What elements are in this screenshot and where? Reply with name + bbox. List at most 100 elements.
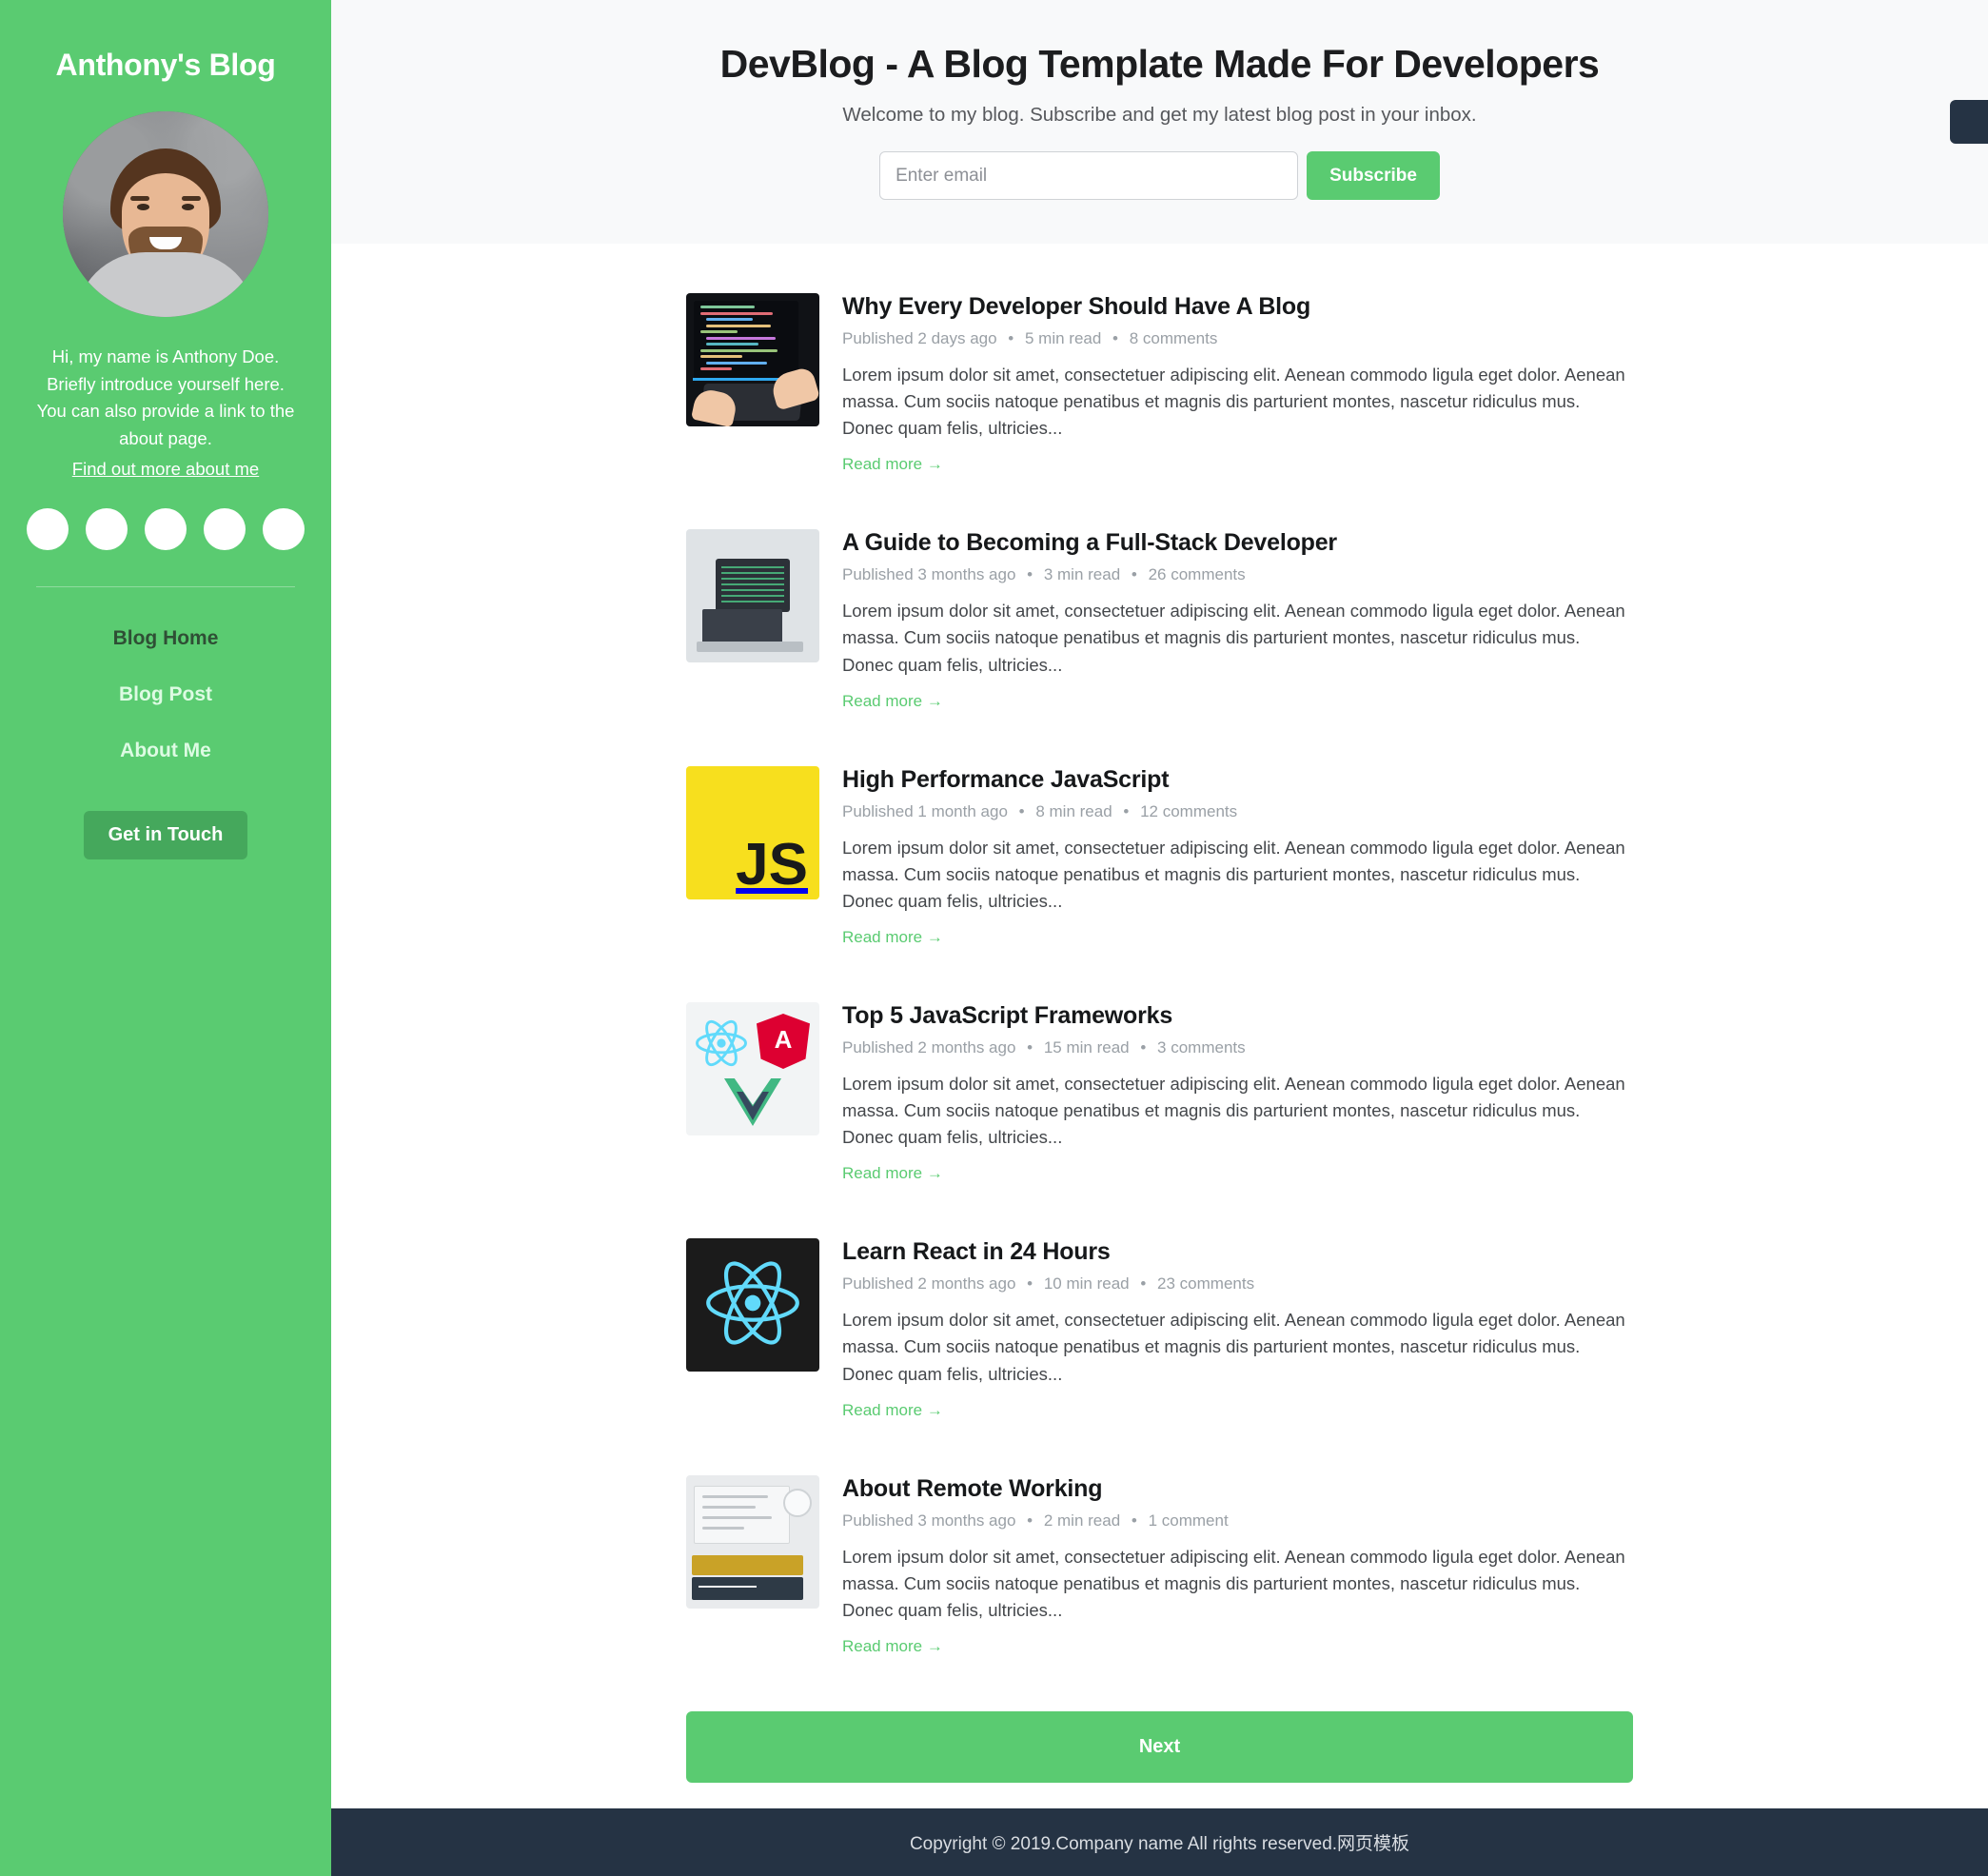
social-links: [27, 507, 305, 550]
cup: [782, 1488, 812, 1517]
sidebar: Anthony's Blog Hi, my name is Anthony Do…: [0, 0, 331, 1876]
post-title[interactable]: A Guide to Becoming a Full-Stack Develop…: [842, 529, 1633, 557]
post-published: Published 2 months ago: [842, 1037, 1016, 1056]
main-content: DevBlog - A Blog Template Made For Devel…: [331, 0, 1988, 1876]
post-comments: 3 comments: [1157, 1037, 1246, 1056]
post-body: High Performance JavaScript Published 1 …: [842, 766, 1633, 947]
code-screen: [694, 301, 798, 379]
read-more-link[interactable]: Read more →: [842, 455, 943, 473]
post-meta: Published 2 months ago • 15 min read • 3…: [842, 1038, 1633, 1057]
read-more-link[interactable]: Read more →: [842, 1401, 943, 1419]
post-title[interactable]: Top 5 JavaScript Frameworks: [842, 1002, 1633, 1030]
meta-separator: •: [1008, 329, 1014, 347]
post-excerpt: Lorem ipsum dolor sit amet, consectetuer…: [842, 837, 1625, 911]
post-title[interactable]: Learn React in 24 Hours: [842, 1238, 1633, 1266]
copyright-text: Copyright © 2019.Company name All rights…: [909, 1834, 1410, 1854]
meta-separator: •: [1018, 801, 1025, 820]
post-read-time: 2 min read: [1043, 1511, 1121, 1530]
post-thumbnail-laptop-code[interactable]: [686, 293, 819, 426]
subscribe-button[interactable]: Subscribe: [1307, 151, 1440, 200]
next-page-button[interactable]: Next: [686, 1710, 1633, 1783]
sidebar-nav: Blog Home Blog Post About Me: [27, 627, 305, 762]
post-meta: Published 3 months ago • 3 min read • 26…: [842, 565, 1633, 584]
post-body: Why Every Developer Should Have A Blog P…: [842, 293, 1633, 474]
page-title: DevBlog - A Blog Template Made For Devel…: [719, 42, 1600, 86]
meta-separator: •: [1131, 565, 1137, 584]
post-body: Learn React in 24 Hours Published 2 mont…: [842, 1238, 1633, 1419]
post-comments: 1 comment: [1148, 1511, 1229, 1530]
post-published: Published 2 days ago: [842, 329, 997, 347]
sidebar-item-about-me[interactable]: About Me: [27, 740, 305, 762]
social-icon-2[interactable]: [86, 507, 128, 550]
javascript-logo-text: JS: [736, 831, 808, 898]
book-dark: [691, 1577, 804, 1601]
email-input[interactable]: [879, 151, 1299, 200]
post-meta: Published 1 month ago • 8 min read • 12 …: [842, 802, 1633, 821]
read-more-link[interactable]: Read more →: [842, 1164, 943, 1182]
post-thumbnail-books-desk[interactable]: [686, 1474, 819, 1609]
post-thumbnail-desk-setup[interactable]: [686, 529, 819, 663]
post-item: Learn React in 24 Hours Published 2 mont…: [686, 1238, 1633, 1419]
post-list: Why Every Developer Should Have A Blog P…: [331, 244, 1988, 1808]
sidebar-divider: [36, 585, 295, 587]
footer: Copyright © 2019.Company name All rights…: [331, 1808, 1988, 1876]
post-title[interactable]: Why Every Developer Should Have A Blog: [842, 293, 1633, 321]
avatar-brow-right: [181, 195, 201, 201]
subscribe-form: Subscribe: [360, 151, 1959, 200]
sidebar-item-blog-home[interactable]: Blog Home: [27, 627, 305, 650]
read-more-link[interactable]: Read more →: [842, 692, 943, 710]
hero-subtitle: Welcome to my blog. Subscribe and get my…: [842, 104, 1477, 126]
post-thumbnail-react-logo[interactable]: [686, 1238, 819, 1372]
read-more-link[interactable]: Read more →: [842, 928, 943, 946]
post-excerpt: Lorem ipsum dolor sit amet, consectetuer…: [842, 365, 1625, 439]
post-item: JS High Performance JavaScript Published…: [686, 765, 1633, 947]
post-read-time: 5 min read: [1024, 329, 1102, 347]
post-title[interactable]: About Remote Working: [842, 1475, 1633, 1503]
post-thumbnail-frameworks[interactable]: [686, 1001, 819, 1135]
social-icon-1[interactable]: [27, 507, 69, 550]
about-link[interactable]: Find out more about me: [27, 459, 305, 480]
meta-separator: •: [1027, 1274, 1033, 1293]
post-thumbnail-javascript-logo[interactable]: JS: [686, 765, 819, 899]
react-icon: [703, 1254, 802, 1357]
meta-separator: •: [1027, 565, 1033, 584]
post-excerpt: Lorem ipsum dolor sit amet, consectetuer…: [842, 601, 1625, 675]
post-read-time: 15 min read: [1043, 1037, 1130, 1056]
post-read-time: 8 min read: [1035, 801, 1112, 820]
post-item: Why Every Developer Should Have A Blog P…: [686, 293, 1633, 474]
meta-separator: •: [1027, 1511, 1033, 1530]
avatar: [63, 111, 268, 317]
edge-tab-handle[interactable]: [1950, 100, 1988, 144]
get-in-touch-button[interactable]: Get in Touch: [83, 810, 248, 859]
sidebar-item-blog-post[interactable]: Blog Post: [27, 683, 305, 706]
laptop: [701, 609, 782, 644]
post-body: About Remote Working Published 3 months …: [842, 1475, 1633, 1656]
post-published: Published 2 months ago: [842, 1274, 1016, 1293]
meta-separator: •: [1140, 1037, 1147, 1056]
paper-sheet: [694, 1485, 791, 1545]
post-excerpt: Lorem ipsum dolor sit amet, consectetuer…: [842, 1310, 1625, 1384]
meta-separator: •: [1027, 1037, 1033, 1056]
post-excerpt: Lorem ipsum dolor sit amet, consectetuer…: [842, 1073, 1625, 1148]
post-published: Published 3 months ago: [842, 565, 1016, 584]
post-comments: 26 comments: [1148, 565, 1246, 584]
avatar-wrap: [27, 111, 305, 317]
read-more-link[interactable]: Read more →: [842, 1637, 943, 1655]
post-meta: Published 2 days ago • 5 min read • 8 co…: [842, 329, 1633, 348]
monitor: [715, 559, 791, 613]
post-comments: 12 comments: [1140, 801, 1238, 820]
social-icon-4[interactable]: [204, 507, 246, 550]
post-body: Top 5 JavaScript Frameworks Published 2 …: [842, 1002, 1633, 1183]
post-comments: 8 comments: [1129, 329, 1218, 347]
angular-icon: [757, 1013, 810, 1069]
meta-separator: •: [1131, 1511, 1137, 1530]
react-icon: [694, 1016, 749, 1071]
book-yellow: [691, 1554, 804, 1575]
social-icon-5[interactable]: [263, 507, 305, 550]
post-comments: 23 comments: [1157, 1274, 1255, 1293]
post-title[interactable]: High Performance JavaScript: [842, 766, 1633, 794]
post-item: Top 5 JavaScript Frameworks Published 2 …: [686, 1001, 1633, 1183]
social-icon-3[interactable]: [145, 507, 187, 550]
avatar-brow-left: [130, 195, 150, 201]
post-body: A Guide to Becoming a Full-Stack Develop…: [842, 529, 1633, 710]
